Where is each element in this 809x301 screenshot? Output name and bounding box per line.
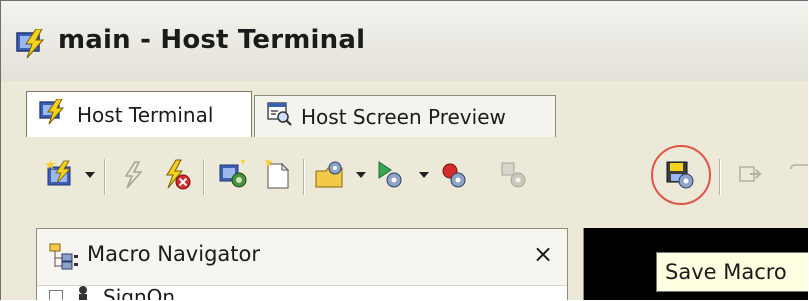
checkbox[interactable] [49,290,63,300]
play-macro-button[interactable] [374,158,408,192]
play-macro-icon [378,161,402,188]
disconnect-icon [124,161,143,189]
panel-gap [1,219,808,228]
step-icon [739,166,762,182]
screen-preview-icon [267,102,293,131]
disconnect-button[interactable] [115,158,149,192]
screen-capture-icon [219,160,247,188]
macro-settings-icon [501,162,526,188]
window-title: main - Host Terminal [58,25,366,55]
macro-navigator-icon [49,243,79,275]
open-macro-button[interactable] [313,158,347,192]
tab-host-screen-preview[interactable]: Host Screen Preview [254,95,556,137]
close-icon[interactable]: × [533,240,553,268]
screen-capture-button[interactable] [216,158,250,192]
macro-navigator-title: Macro Navigator [87,242,260,266]
macro-navigator-panel: Macro Navigator × SignOn [36,228,568,300]
toolbar-separator [303,159,305,195]
tooltip: Save Macro [656,252,808,292]
toolbar-separator [104,159,106,195]
step-icon[interactable] [783,158,808,192]
new-connection-button[interactable] [43,158,77,192]
dropdown-arrow-icon[interactable] [356,172,366,178]
macro-settings-button[interactable] [497,158,531,192]
dropdown-arrow-icon[interactable] [85,172,95,178]
tab-host-terminal[interactable]: Host Terminal [26,91,252,137]
person-icon [73,285,93,300]
tree-item-label: SignOn [103,285,176,300]
macro-navigator-header: Macro Navigator × [37,229,567,286]
record-macro-icon [442,163,466,188]
new-connection-icon [46,159,71,186]
toolbar-separator [719,159,721,195]
new-screen-button[interactable] [260,158,294,192]
save-macro-highlight [651,145,711,205]
dropdown-arrow-icon[interactable] [419,172,429,178]
title-bar[interactable]: main - Host Terminal [1,1,808,82]
lightning-icon [16,28,50,59]
tab-strip: Host Terminal Host Screen Preview [1,81,808,217]
tab-label: Host Terminal [77,102,214,127]
lightning-icon [39,98,69,130]
application-window: main - Host Terminal Host Terminal Host … [0,0,808,300]
tree-item-signon[interactable]: SignOn [49,285,176,300]
tab-label: Host Screen Preview [301,104,506,129]
record-macro-button[interactable] [437,158,471,192]
toolbar [1,137,808,219]
toolbar-separator [203,159,205,195]
step-button[interactable] [735,158,769,192]
stop-connection-button[interactable] [159,158,193,192]
stop-connection-icon [166,159,191,190]
new-screen-icon [265,159,290,189]
open-macro-icon [315,161,343,188]
